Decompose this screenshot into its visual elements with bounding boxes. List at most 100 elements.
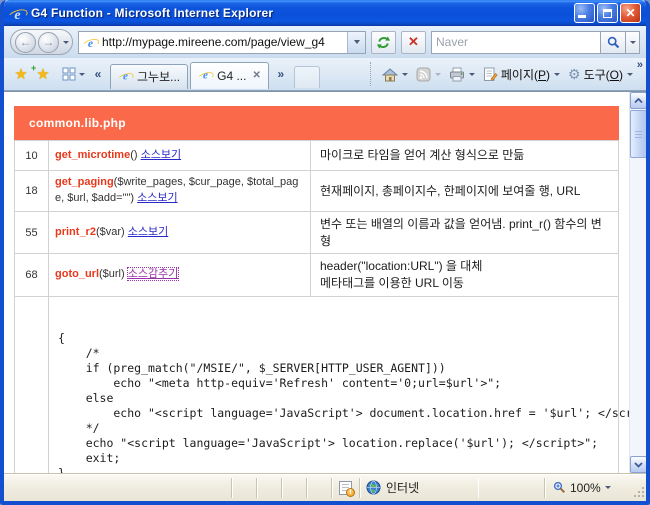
table-row: 68 goto_url($url) 소스감추기 header("location…	[15, 254, 619, 297]
browser-window: e G4 Function - Microsoft Internet Explo…	[0, 0, 650, 505]
scroll-tabs-right-button[interactable]: »	[270, 62, 292, 86]
resize-grip[interactable]	[632, 474, 646, 501]
url-input[interactable]	[102, 35, 347, 49]
ie-logo-icon: e	[10, 6, 25, 21]
search-input[interactable]	[436, 35, 596, 49]
page-alert-panel[interactable]: !	[332, 478, 360, 498]
favorites-button[interactable]: ★	[10, 62, 32, 86]
refresh-icon	[376, 35, 391, 50]
function-description: 현재페이지, 총페이지수, 한페이지에 보여줄 행, URL	[311, 171, 619, 212]
table-row: 18 get_paging($write_pages, $cur_page, $…	[15, 171, 619, 212]
arrow-right-icon: →	[43, 35, 55, 49]
status-bar: ! 인터넷 100%	[4, 473, 646, 501]
scrollbar-thumb[interactable]	[630, 110, 647, 158]
ie-favicon: e	[120, 71, 132, 83]
window-title: G4 Function - Microsoft Internet Explore…	[31, 6, 572, 20]
toolbar-separator	[370, 62, 371, 86]
file-title: common.lib.php	[14, 106, 619, 140]
page-alert-icon: !	[339, 481, 352, 495]
tab-close-icon[interactable]: ✕	[252, 70, 260, 81]
forward-button[interactable]: →	[38, 32, 59, 53]
zoom-level: 100%	[570, 481, 601, 495]
page-ie-icon: e	[84, 36, 97, 49]
gear-icon: ⚙	[568, 67, 581, 81]
tab-gnuboard[interactable]: e 그누보...	[110, 64, 188, 89]
home-icon	[382, 67, 398, 82]
line-number: 10	[15, 141, 49, 171]
function-cell: get_paging($write_pages, $cur_page, $tot…	[49, 171, 311, 212]
function-table: 10 get_microtime() 소스보기 마이크로 타임을 얻어 계산 형…	[14, 140, 619, 473]
title-bar: e G4 Function - Microsoft Internet Explo…	[4, 0, 646, 26]
maximize-button[interactable]	[597, 3, 618, 23]
function-description: 마이크로 타임을 얻어 계산 형식으로 만듦	[311, 141, 619, 171]
view-source-link[interactable]: 소스보기	[141, 149, 181, 161]
new-tab-stub[interactable]	[294, 66, 320, 88]
zoom-icon	[553, 481, 566, 494]
function-name: get_paging	[55, 176, 114, 188]
quick-tabs-button[interactable]	[60, 62, 87, 86]
chevron-up-icon	[634, 98, 643, 104]
star-icon: ★	[14, 65, 27, 83]
arrow-left-icon: ←	[20, 35, 32, 49]
security-zone-panel: 인터넷	[360, 478, 478, 498]
scroll-down-button[interactable]	[630, 456, 647, 473]
close-button[interactable]: ✕	[620, 3, 641, 23]
zoom-control[interactable]: 100%	[544, 478, 632, 498]
scroll-up-button[interactable]	[630, 92, 647, 109]
search-dropdown[interactable]	[626, 31, 640, 54]
source-code-row: { /* if (preg_match("/MSIE/", $_SERVER[H…	[15, 297, 619, 473]
source-code-block: { /* if (preg_match("/MSIE/", $_SERVER[H…	[49, 324, 618, 473]
toolbar-overflow-chevron[interactable]: »	[637, 59, 643, 71]
scroll-tabs-left-button[interactable]: «	[87, 62, 109, 86]
zoom-dropdown[interactable]	[605, 486, 611, 489]
function-cell: print_r2($var) 소스보기	[49, 211, 311, 254]
history-dropdown[interactable]	[63, 41, 69, 44]
minimize-button[interactable]	[574, 3, 595, 23]
stop-button[interactable]: ✕	[401, 31, 426, 54]
refresh-button[interactable]	[371, 31, 396, 54]
function-name: print_r2	[55, 226, 96, 238]
function-name: get_microtime	[55, 149, 130, 161]
page-icon	[483, 67, 498, 82]
search-icon	[607, 36, 620, 49]
add-favorite-button[interactable]: ★ +	[32, 62, 54, 86]
address-bar: ← → e ✕	[4, 26, 646, 58]
table-row: 55 print_r2($var) 소스보기 변수 또는 배열의 이름과 값을 …	[15, 211, 619, 254]
tab-bar: ★ ★ + « e 그누보... e G4 ... ✕ »	[4, 58, 646, 91]
chevron-down-icon	[634, 462, 643, 468]
print-button[interactable]	[446, 62, 478, 86]
ie-favicon: e	[200, 70, 212, 82]
stop-icon: ✕	[408, 34, 419, 50]
hide-source-link[interactable]: 소스감추기	[128, 268, 179, 280]
feeds-button[interactable]	[413, 62, 444, 86]
address-combo[interactable]: e	[78, 31, 366, 54]
line-number: 18	[15, 171, 49, 212]
address-dropdown-button[interactable]	[347, 32, 365, 53]
line-number: 68	[15, 254, 49, 297]
nav-buttons: ← →	[10, 29, 73, 55]
back-button[interactable]: ←	[15, 32, 36, 53]
function-name: goto_url	[55, 268, 99, 280]
command-toolbar: 페이지(P) ⚙ 도구(O)	[360, 62, 636, 86]
tools-menu-button[interactable]: ⚙ 도구(O)	[565, 62, 636, 86]
globe-icon	[366, 480, 381, 495]
page-content: common.lib.php 10 get_microtime() 소스보기 마…	[4, 91, 646, 473]
vertical-scrollbar[interactable]	[629, 92, 646, 473]
home-button[interactable]	[379, 62, 411, 86]
search-box	[431, 31, 640, 54]
view-source-link[interactable]: 소스보기	[128, 226, 168, 238]
page-menu-button[interactable]: 페이지(P)	[480, 62, 563, 86]
line-number: 55	[15, 211, 49, 254]
tab-g4-function-active[interactable]: e G4 ... ✕	[190, 62, 269, 89]
printer-icon	[449, 67, 465, 82]
function-cell: goto_url($url) 소스감추기	[49, 254, 311, 297]
zone-label: 인터넷	[386, 479, 419, 496]
star-plus-icon: ★	[36, 65, 49, 83]
quick-tabs-grid-icon	[62, 67, 76, 81]
rss-feed-icon	[416, 67, 431, 82]
view-source-link[interactable]: 소스보기	[137, 192, 177, 204]
table-row: 10 get_microtime() 소스보기 마이크로 타임을 얻어 계산 형…	[15, 141, 619, 171]
function-description: 변수 또는 배열의 이름과 값을 얻어냄. print_r() 함수의 변형	[311, 211, 619, 254]
search-button[interactable]	[601, 31, 626, 54]
function-description: header("location:URL") 을 대체 메타태그를 이용한 UR…	[311, 254, 619, 297]
